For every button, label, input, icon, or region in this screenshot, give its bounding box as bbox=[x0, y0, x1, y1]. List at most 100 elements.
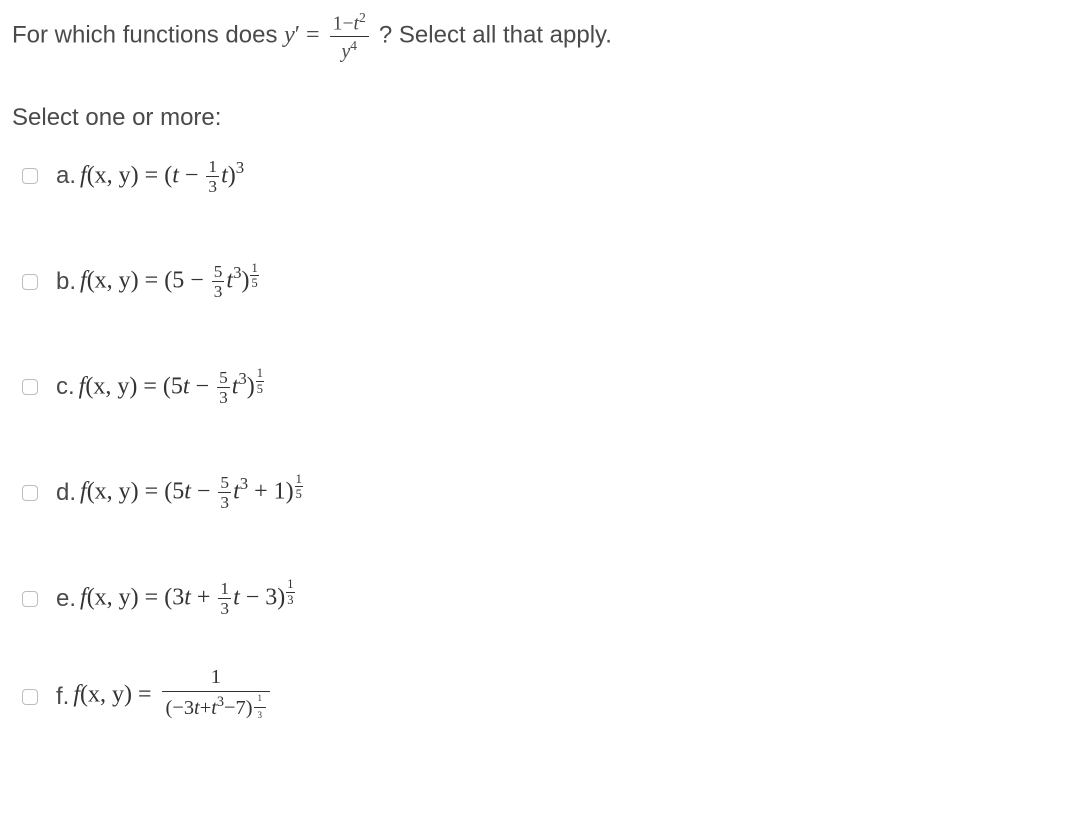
option-a[interactable]: a. f(x, y) = (t − 13t)3 bbox=[12, 140, 1082, 246]
option-d[interactable]: d. f(x, y) = (5t − 53t3 + 1)15 bbox=[12, 456, 1082, 562]
opt-f-denexp-den: 3 bbox=[254, 708, 267, 722]
q-y: y bbox=[284, 22, 295, 48]
opt-f-f: f bbox=[73, 682, 80, 708]
opt-e-coef-num: 1 bbox=[218, 580, 231, 599]
opt-a-f: f bbox=[80, 162, 87, 188]
opt-b-prefix: b. bbox=[56, 268, 76, 296]
opt-d-prefix: d. bbox=[56, 479, 76, 507]
opt-b-f: f bbox=[80, 267, 87, 293]
opt-f-den-a: (−3 bbox=[166, 697, 195, 719]
opt-d-close: ) bbox=[286, 478, 294, 504]
opt-c-outerden: 5 bbox=[256, 382, 264, 395]
opt-d-outerexp: 15 bbox=[295, 473, 303, 501]
opt-b-coef-num: 5 bbox=[212, 263, 225, 282]
opt-e-coef: 13 bbox=[218, 580, 231, 618]
checkbox-f[interactable] bbox=[22, 689, 38, 705]
q-num-op: − bbox=[342, 13, 353, 35]
q-den-exp: 4 bbox=[350, 38, 357, 53]
opt-a-coef: 13 bbox=[206, 158, 219, 196]
opt-a-exp: 3 bbox=[236, 158, 244, 177]
opt-b-outerexp: 15 bbox=[250, 262, 258, 290]
opt-e-outerden: 3 bbox=[286, 593, 294, 606]
opt-c-coef-num: 5 bbox=[217, 369, 230, 388]
opt-c-t2exp: 3 bbox=[238, 369, 246, 388]
opt-a-op: − bbox=[179, 162, 205, 188]
opt-e-outernum: 1 bbox=[286, 578, 294, 592]
option-b-label: b. f(x, y) = (5 − 53t3)15 bbox=[56, 263, 259, 301]
q-num-a: 1 bbox=[333, 13, 343, 35]
opt-e-f: f bbox=[80, 584, 87, 610]
opt-e-t1v: t bbox=[184, 584, 191, 610]
opt-c-coef-den: 3 bbox=[217, 388, 230, 406]
opt-d-t1: 5 bbox=[172, 478, 184, 504]
q-den-var: y bbox=[341, 41, 350, 63]
option-c[interactable]: c. f(x, y) = (5t − 53t3)15 bbox=[12, 351, 1082, 457]
opt-c-t1v: t bbox=[183, 373, 190, 399]
opt-d-op: − bbox=[191, 478, 217, 504]
question-prefix: For which functions does bbox=[12, 21, 284, 48]
opt-f-bigfrac: 1 (−3t+t3−7)13 bbox=[162, 665, 270, 727]
question-suffix: ? Select all that apply. bbox=[379, 21, 612, 48]
question-text: For which functions does y′ = 1−t2 y4 ? … bbox=[12, 10, 1082, 64]
option-e-label: e. f(x, y) = (3t + 13t − 3)13 bbox=[56, 580, 295, 618]
opt-d-coef-num: 5 bbox=[218, 474, 231, 493]
opt-a-coef-num: 1 bbox=[206, 158, 219, 177]
opt-d-args: (x, y) = ( bbox=[87, 478, 173, 504]
opt-e-t2: t bbox=[233, 584, 240, 610]
opt-c-op: − bbox=[190, 373, 216, 399]
checkbox-a[interactable] bbox=[22, 168, 38, 184]
opt-a-t1: t bbox=[172, 162, 179, 188]
opt-b-op: − bbox=[184, 267, 210, 293]
opt-c-prefix: c. bbox=[56, 373, 75, 401]
checkbox-d[interactable] bbox=[22, 485, 38, 501]
opt-b-outerden: 5 bbox=[250, 276, 258, 289]
opt-d-op2: + 1 bbox=[248, 478, 286, 504]
opt-f-args: (x, y) = bbox=[80, 682, 158, 708]
opt-d-t1v: t bbox=[184, 478, 191, 504]
opt-f-den-b: + bbox=[200, 697, 212, 719]
q-num-exp: 2 bbox=[359, 10, 366, 25]
opt-a-args: (x, y) = ( bbox=[87, 162, 173, 188]
opt-e-t1: 3 bbox=[172, 584, 184, 610]
opt-c-outernum: 1 bbox=[256, 367, 264, 381]
q-eq: = bbox=[306, 22, 326, 48]
opt-c-t1: 5 bbox=[171, 373, 183, 399]
opt-c-close: ) bbox=[247, 373, 255, 399]
opt-e-prefix: e. bbox=[56, 585, 76, 613]
opt-e-op: + bbox=[191, 584, 217, 610]
option-d-label: d. f(x, y) = (5t − 53t3 + 1)15 bbox=[56, 474, 303, 512]
opt-a-close: ) bbox=[228, 162, 236, 188]
opt-e-op2: − 3 bbox=[240, 584, 278, 610]
opt-a-prefix: a. bbox=[56, 162, 76, 190]
opt-c-args: (x, y) = ( bbox=[85, 373, 171, 399]
opt-e-coef-den: 3 bbox=[218, 599, 231, 617]
option-f[interactable]: f. f(x, y) = 1 (−3t+t3−7)13 bbox=[12, 647, 1082, 737]
opt-e-close: ) bbox=[277, 584, 285, 610]
option-b[interactable]: b. f(x, y) = (5 − 53t3)15 bbox=[12, 245, 1082, 351]
opt-d-coef-den: 3 bbox=[218, 493, 231, 511]
opt-d-t2: t bbox=[233, 478, 240, 504]
checkbox-e[interactable] bbox=[22, 591, 38, 607]
opt-a-t2: t bbox=[221, 162, 228, 188]
opt-f-denexp-num: 1 bbox=[254, 692, 267, 707]
q-fraction: 1−t2 y4 bbox=[330, 10, 369, 64]
opt-b-outernum: 1 bbox=[250, 262, 258, 276]
option-c-label: c. f(x, y) = (5t − 53t3)15 bbox=[56, 369, 264, 407]
opt-e-args: (x, y) = ( bbox=[87, 584, 173, 610]
option-e[interactable]: e. f(x, y) = (3t + 13t − 3)13 bbox=[12, 562, 1082, 648]
checkbox-b[interactable] bbox=[22, 274, 38, 290]
opt-d-coef: 53 bbox=[218, 474, 231, 512]
opt-c-outerexp: 15 bbox=[256, 367, 264, 395]
opt-b-args: (x, y) = ( bbox=[87, 267, 173, 293]
opt-e-outerexp: 13 bbox=[286, 578, 294, 606]
opt-a-coef-den: 3 bbox=[206, 177, 219, 195]
opt-d-outernum: 1 bbox=[295, 473, 303, 487]
option-a-label: a. f(x, y) = (t − 13t)3 bbox=[56, 158, 244, 196]
opt-d-f: f bbox=[80, 478, 87, 504]
q-prime: ′ bbox=[295, 22, 300, 48]
opt-f-den-t2exp: 3 bbox=[217, 694, 224, 710]
checkbox-c[interactable] bbox=[22, 379, 38, 395]
opt-b-coef: 53 bbox=[212, 263, 225, 301]
opt-f-bignum: 1 bbox=[162, 665, 270, 691]
opt-f-denexp: 13 bbox=[254, 692, 267, 721]
